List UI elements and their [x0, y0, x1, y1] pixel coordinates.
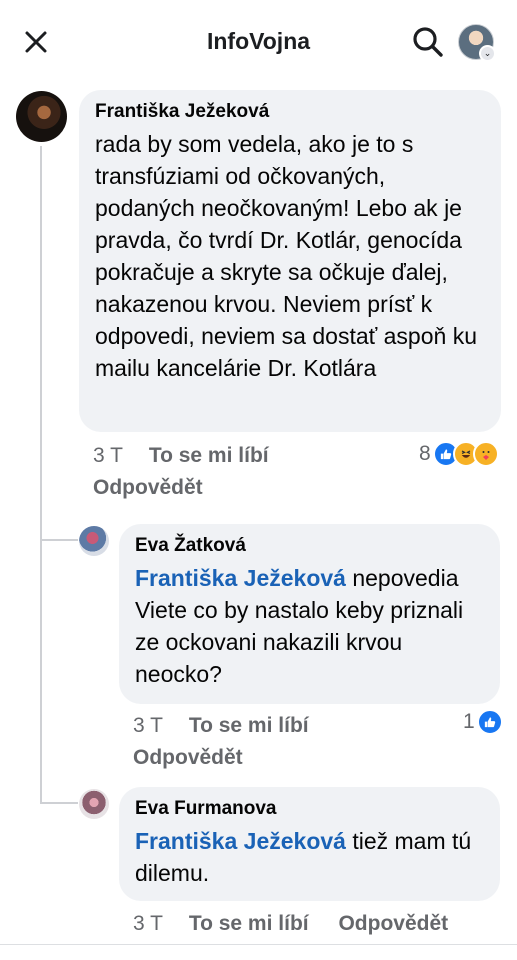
comment-meta: 3 T To se mi líbí — [133, 713, 309, 739]
reactions-summary[interactable]: 8 — [419, 441, 499, 467]
comment-meta: 3 T To se mi líbí Odpovědět — [133, 911, 448, 937]
comment-author[interactable]: Františka Ježeková — [95, 100, 485, 124]
top-bar: InfoVojna ⌄ — [0, 0, 517, 86]
comment-time[interactable]: 3 T — [133, 911, 163, 937]
avatar[interactable] — [79, 526, 109, 556]
reply-button[interactable]: Odpovědět — [338, 911, 448, 937]
mention-link[interactable]: Františka Ježeková — [135, 565, 346, 591]
divider — [0, 944, 517, 945]
like-button[interactable]: To se mi líbí — [149, 443, 269, 469]
comment-author[interactable]: Eva Žatková — [135, 534, 484, 558]
like-reaction-icon — [476, 709, 503, 735]
comment-bubble: Eva Furmanova Františka Ježeková tiež ma… — [119, 787, 500, 901]
comment-time[interactable]: 3 T — [93, 443, 123, 469]
like-button[interactable]: To se mi líbí — [189, 713, 309, 739]
comment-time[interactable]: 3 T — [133, 713, 163, 739]
thread-line — [40, 146, 42, 802]
like-button[interactable]: To se mi líbí — [189, 911, 309, 937]
thread-connector-1 — [40, 539, 78, 541]
avatar[interactable] — [16, 91, 67, 142]
mention-link[interactable]: Františka Ježeková — [135, 828, 346, 854]
care-reaction-icon — [472, 441, 499, 467]
comment-meta: 3 T To se mi líbí — [93, 443, 269, 469]
comment-text: Františka Ježeková tiež mam tú dilemu. — [135, 825, 484, 889]
comment-bubble: Františka Ježeková rada by som vedela, a… — [79, 90, 501, 432]
comment-bubble: Eva Žatková Františka Ježeková nepovedia… — [119, 524, 500, 704]
comment-text: Františka Ježeková nepovedia Viete co by… — [135, 562, 484, 690]
reaction-count: 8 — [419, 442, 431, 465]
thread-connector-2 — [40, 802, 78, 804]
search-icon — [413, 27, 443, 57]
reply-button[interactable]: Odpovědět — [93, 476, 203, 500]
profile-avatar[interactable]: ⌄ — [458, 24, 496, 62]
chevron-down-icon: ⌄ — [479, 45, 496, 62]
avatar[interactable] — [79, 789, 109, 819]
search-button[interactable] — [410, 24, 446, 60]
reaction-count: 1 — [463, 710, 475, 733]
reactions-summary[interactable]: 1 — [463, 709, 503, 735]
reply-button[interactable]: Odpovědět — [133, 746, 243, 770]
comment-author[interactable]: Eva Furmanova — [135, 797, 484, 821]
comment-text: rada by som vedela, ako je to s transfúz… — [95, 131, 477, 381]
